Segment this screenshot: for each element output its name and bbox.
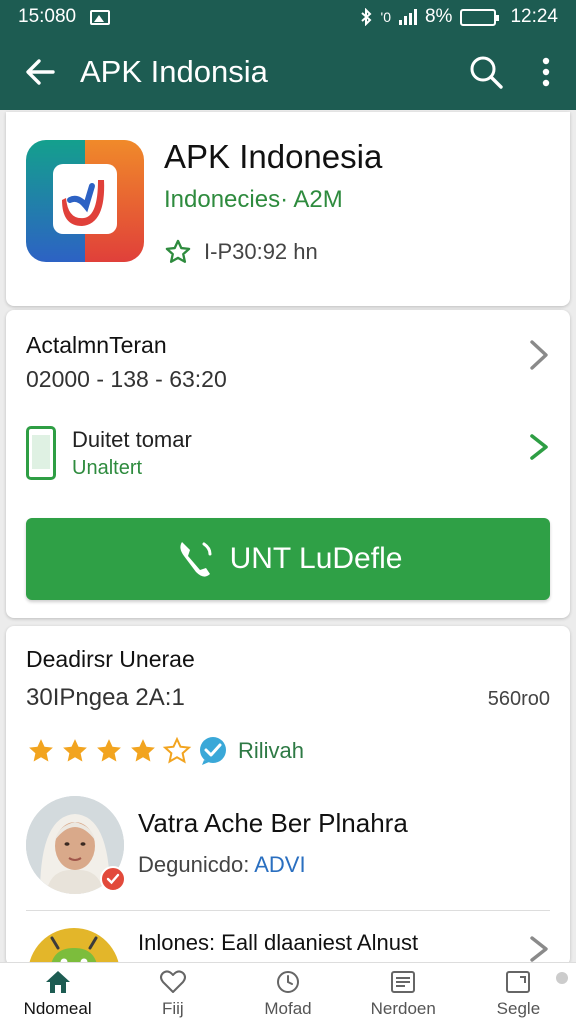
status-clock: 12:24 [510,6,558,27]
nav-item-home[interactable]: Ndomeal [0,963,115,1024]
reviews-count: 560ro0 [487,688,550,710]
more-options-button[interactable] [516,34,576,110]
reviews-subtitle: 30IPngea 2A:1 [26,684,185,711]
app-name: APK Indonesia [164,138,383,175]
star-filled-icon [63,739,87,762]
device-status: Unaltert [72,456,143,479]
app-info-card: APK Indonesia Indonecies· A2M I-P30:92 h… [6,112,570,306]
details-card: ActalmnTeran 02000 - 138 - 63:20 Duitet … [6,310,570,618]
bottom-navigation: Ndomeal Fiij Mofad Nerdoen Segle [0,962,576,1024]
reviewer-meta: Degunicdo: ADVI [138,852,306,878]
arrow-left-icon [26,59,55,85]
bluetooth-icon [360,8,371,26]
reviewer-meta-value[interactable]: ADVI [254,852,305,877]
chevron-right-icon[interactable] [528,338,550,372]
install-button-label: UNT LuDefle [229,542,403,575]
reviews-card: Deadirsr Unerae 30IPngea 2A:1 560ro0 Ril… [6,626,570,976]
nav-item-list[interactable]: Nerdoen [346,963,461,1024]
nav-label-recent: Mofad [264,998,312,1018]
back-button[interactable] [0,34,80,110]
divider [26,910,550,911]
heart-icon [159,969,186,993]
clock-icon [277,970,299,993]
star-rating [26,736,192,766]
phone-icon [26,426,56,480]
chevron-right-icon[interactable] [528,934,550,964]
details-title[interactable]: ActalmnTeran [26,332,167,359]
app-logo-icon [26,140,144,262]
list-item-label: Inlones: Eall dlaaniest Alnust [138,930,419,955]
chevron-right-green-icon[interactable] [528,432,550,462]
rating-text: I-P30:92 hn [204,239,318,264]
signal-text: '0 [380,9,391,25]
star-filled-icon [131,739,155,762]
search-icon [470,56,503,89]
nav-label-favorites: Fiij [161,998,184,1018]
scroll-indicator[interactable] [556,972,568,984]
review-badge[interactable]: Rilivah [198,736,304,766]
battery-percent: 8% [424,6,453,27]
install-phone-icon [179,542,212,577]
rating-row: I-P30:92 hn [164,238,318,266]
install-button[interactable]: UNT LuDefle [26,518,550,600]
star-outline-icon [162,736,192,764]
details-date: 02000 - 138 - 63:20 [26,366,227,392]
signal-icon [398,9,417,25]
more-vert-icon [542,57,550,87]
image-notification-icon [90,9,111,25]
verified-check-icon [100,866,126,892]
verified-badge-icon [200,737,226,765]
review-badge-label: Rilivah [238,738,305,763]
home-icon [45,970,70,993]
status-time: 15:080 [18,6,77,27]
app-bar-title: APK Indonsia [80,54,268,89]
nav-label-list: Nerdoen [370,998,436,1018]
device-title: Duitet tomar [72,426,192,452]
search-button[interactable] [456,34,516,110]
star-outline-icon [165,239,191,263]
reviews-title: Deadirsr Unerae [26,646,195,672]
device-row[interactable]: Duitet tomar Unaltert [26,426,192,480]
nav-item-recent[interactable]: Mofad [230,963,345,1024]
star-filled-icon [29,739,53,762]
reviewer-meta-prefix: Degunicdo: [138,852,250,877]
star-filled-icon [97,739,121,762]
status-bar: 15:080 '0 8% 12:24 [0,0,576,34]
list-icon [391,970,416,993]
nav-label-tablet: Segle [496,998,541,1018]
tablet-icon [506,970,531,993]
nav-label-home: Ndomeal [23,998,92,1018]
battery-icon [460,8,500,26]
app-bar: APK Indonsia [0,34,576,110]
reviewer-name: Vatra Ache Ber Plnahra [138,808,408,838]
nav-item-favorites[interactable]: Fiij [115,963,230,1024]
developer-link[interactable]: Indonecies· A2M [164,186,343,214]
